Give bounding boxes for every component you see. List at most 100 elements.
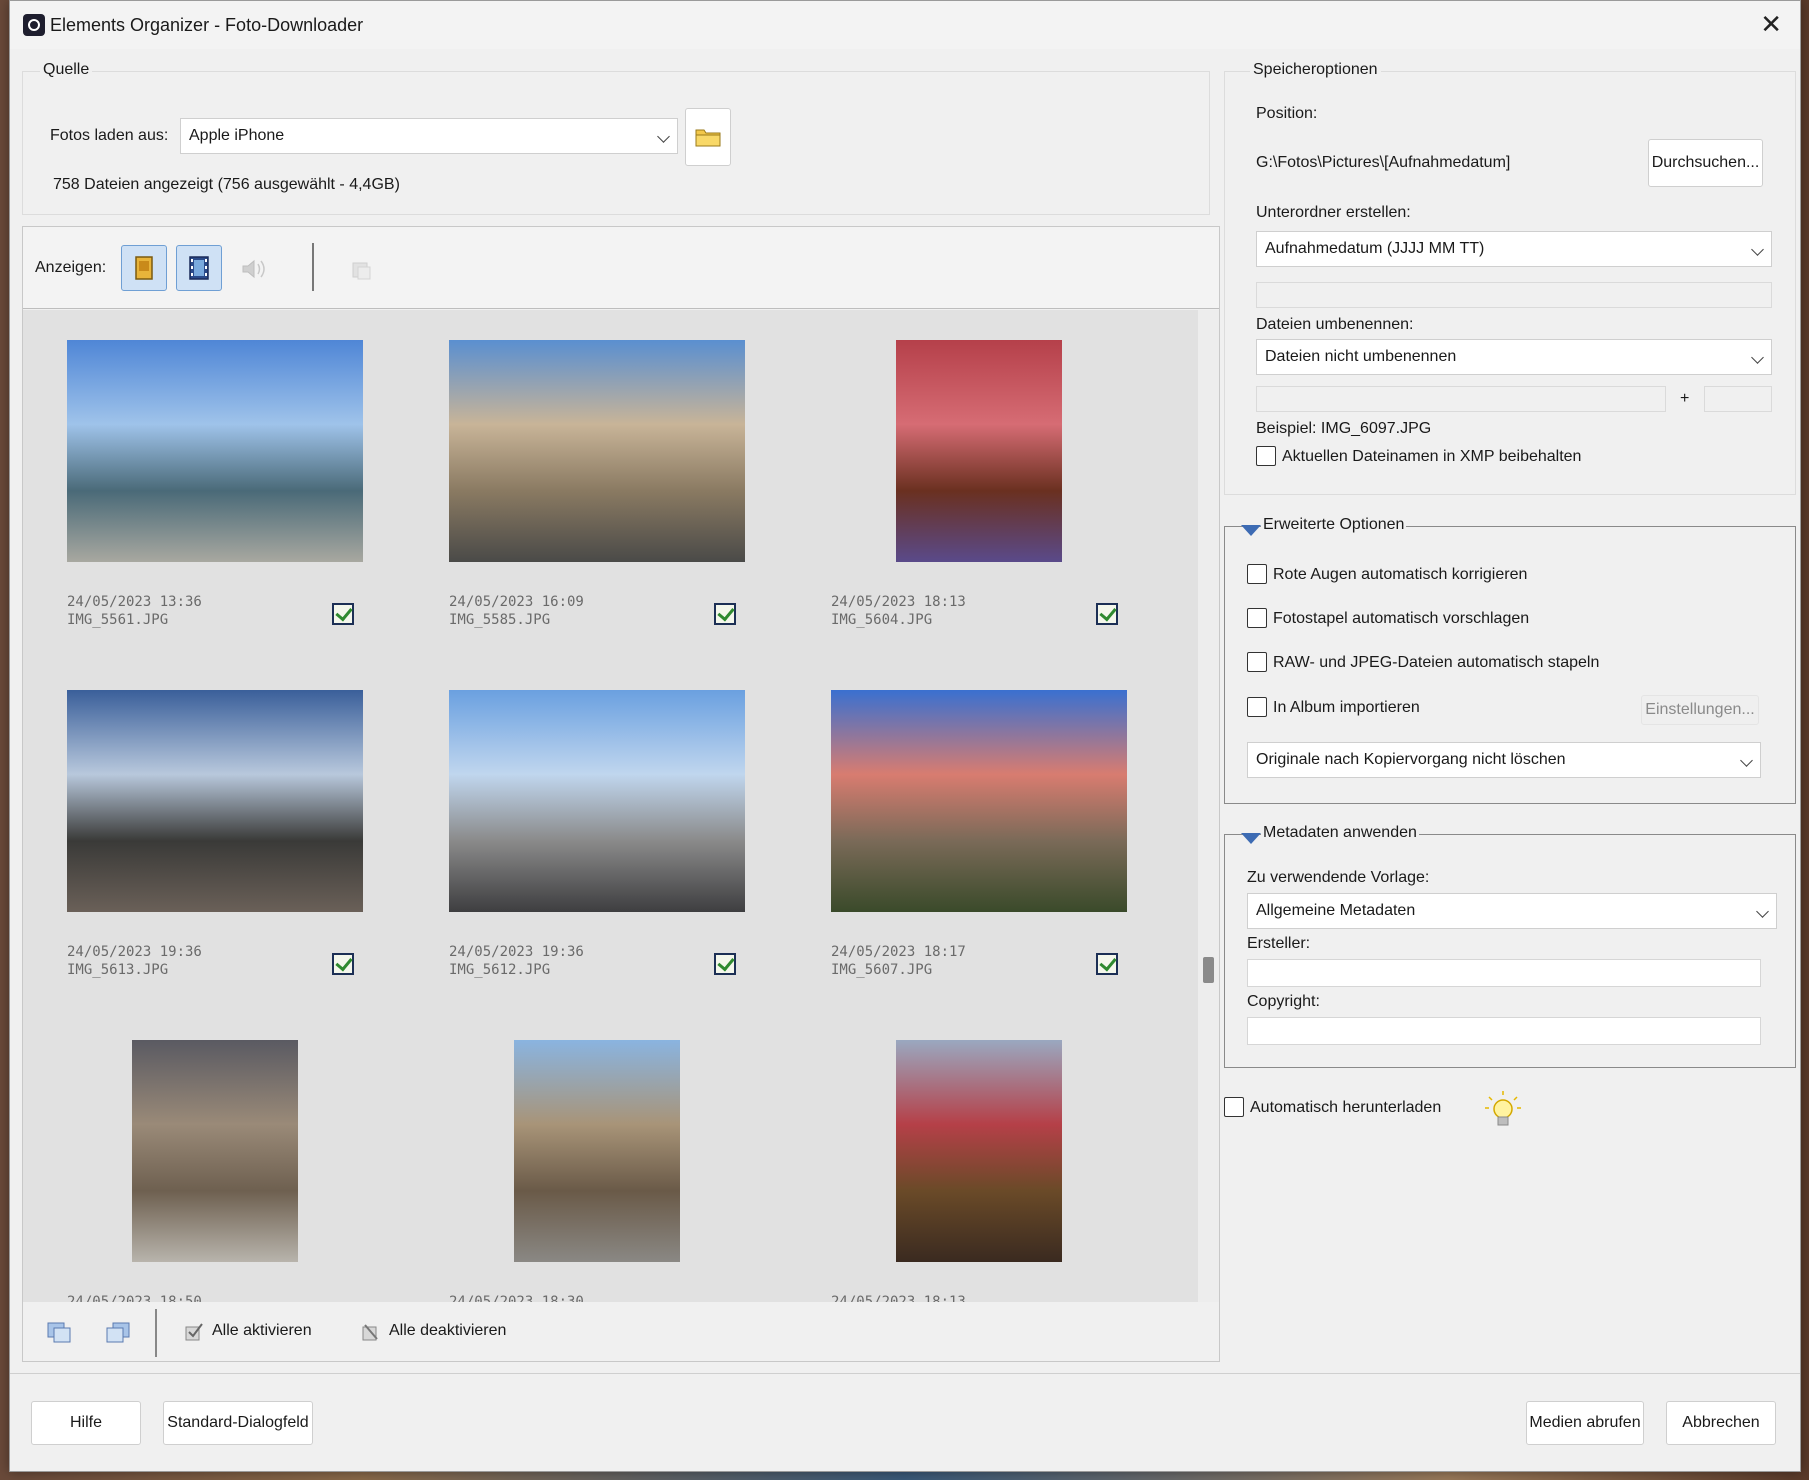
custom-subfolder-field[interactable]	[1256, 282, 1772, 308]
red-eye-checkbox[interactable]	[1247, 564, 1267, 584]
photo-thumbnail[interactable]	[449, 340, 745, 562]
save-options-label: Speicheroptionen	[1250, 61, 1381, 79]
photo-select-checkbox[interactable]	[714, 953, 736, 975]
photo-date: 24/05/2023 13:36	[67, 594, 202, 610]
keep-filename-xmp-checkbox[interactable]	[1256, 446, 1276, 466]
album-settings-button[interactable]: Einstellungen...	[1641, 695, 1759, 725]
creator-field[interactable]	[1247, 959, 1761, 987]
photo-date: 24/05/2023 19:36	[449, 944, 584, 960]
source-group: Quelle Fotos laden aus: Apple iPhone 758…	[22, 61, 1210, 215]
photo-select-checkbox[interactable]	[332, 603, 354, 625]
copyright-label: Copyright:	[1247, 993, 1320, 1010]
metadata-template-value: Allgemeine Metadaten	[1256, 902, 1416, 919]
photo-tile[interactable]: 24/05/2023 18:13	[831, 1040, 1161, 1302]
vertical-scrollbar[interactable]	[1198, 310, 1219, 1302]
photo-stacks-checkbox[interactable]	[1247, 608, 1267, 628]
close-button[interactable]: ✕	[1760, 11, 1782, 37]
title-bar: Elements Organizer - Foto-Downloader ✕	[10, 1, 1800, 49]
photo-tile[interactable]: 24/05/2023 18:30	[449, 1040, 779, 1302]
photo-tile[interactable]: 24/05/2023 19:36 IMG_5613.JPG	[67, 690, 397, 1040]
metadata-group: Metadaten anwenden Zu verwendende Vorlag…	[1224, 824, 1796, 1068]
activate-all-button[interactable]: Alle aktivieren	[183, 1315, 333, 1349]
photo-thumbnail[interactable]	[514, 1040, 680, 1262]
photo-thumbnail[interactable]	[449, 690, 745, 912]
lightbulb-icon[interactable]	[1483, 1089, 1523, 1133]
photo-select-checkbox[interactable]	[714, 603, 736, 625]
show-label: Anzeigen:	[35, 259, 107, 276]
browse-button[interactable]: Durchsuchen...	[1648, 139, 1763, 187]
delete-originals-select[interactable]: Originale nach Kopiervorgang nicht lösch…	[1247, 742, 1761, 778]
photo-date: 24/05/2023 18:13	[831, 1294, 966, 1302]
deactivate-all-button[interactable]: Alle deaktivieren	[360, 1315, 520, 1349]
photo-date: 24/05/2023 19:36	[67, 944, 202, 960]
template-label: Zu verwendende Vorlage:	[1247, 869, 1430, 886]
rename-label: Dateien umbenennen:	[1256, 316, 1414, 333]
save-path: G:\Fotos\Pictures\[Aufnahmedatum]	[1256, 154, 1511, 171]
import-album-label: In Album importieren	[1273, 699, 1420, 716]
raw-jpeg-checkbox[interactable]	[1247, 652, 1267, 672]
auto-download-label: Automatisch herunterladen	[1250, 1099, 1442, 1116]
chevron-down-icon	[657, 130, 670, 143]
rename-example: Beispiel: IMG_6097.JPG	[1256, 420, 1432, 437]
standard-dialog-button[interactable]: Standard-Dialogfeld	[163, 1401, 313, 1445]
rename-select[interactable]: Dateien nicht umbenennen	[1256, 339, 1772, 375]
metadata-template-select[interactable]: Allgemeine Metadaten	[1247, 893, 1777, 929]
photo-select-checkbox[interactable]	[332, 953, 354, 975]
position-label: Position:	[1256, 105, 1318, 122]
photo-thumbnail[interactable]	[896, 340, 1062, 562]
folder-icon	[695, 129, 721, 147]
collapse-arrow-icon[interactable]	[1241, 525, 1261, 536]
auto-download-checkbox[interactable]	[1224, 1097, 1244, 1117]
show-videos-toggle[interactable]	[176, 245, 222, 291]
photo-tile[interactable]: 24/05/2023 13:36 IMG_5561.JPG	[67, 340, 397, 690]
source-device-select[interactable]: Apple iPhone	[180, 118, 678, 154]
photo-thumbnail[interactable]	[67, 690, 363, 912]
rename-prefix-field[interactable]	[1256, 386, 1666, 412]
rename-suffix-field[interactable]	[1704, 386, 1772, 412]
photo-select-checkbox[interactable]	[1096, 953, 1118, 975]
cancel-button[interactable]: Abbrechen	[1666, 1401, 1776, 1445]
subfolder-label: Unterordner erstellen:	[1256, 204, 1411, 221]
rotate-right-icon[interactable]	[105, 1320, 131, 1344]
copyright-field[interactable]	[1247, 1017, 1761, 1045]
browse-folder-button[interactable]	[685, 108, 731, 166]
rename-value: Dateien nicht umbenennen	[1265, 348, 1457, 365]
film-icon	[189, 256, 209, 280]
creator-label: Ersteller:	[1247, 935, 1311, 952]
grid-action-bar: Alle aktivieren Alle deaktivieren	[23, 1303, 1219, 1361]
photo-meta: 24/05/2023 18:50	[67, 1293, 202, 1302]
get-media-button[interactable]: Medien abrufen	[1526, 1401, 1644, 1445]
show-photos-toggle[interactable]	[121, 245, 167, 291]
foto-downloader-dialog: Elements Organizer - Foto-Downloader ✕ Q…	[9, 0, 1801, 1472]
photo-filename: IMG_5561.JPG	[67, 612, 169, 628]
project-icon[interactable]	[350, 258, 374, 282]
photo-meta: 24/05/2023 19:36 IMG_5613.JPG	[67, 943, 202, 979]
photo-meta: 24/05/2023 18:30	[449, 1293, 584, 1302]
advanced-options-label: Erweiterte Optionen	[1261, 516, 1407, 534]
scrollbar-thumb[interactable]	[1203, 957, 1214, 983]
photo-meta: 24/05/2023 16:09 IMG_5585.JPG	[449, 593, 584, 629]
photo-thumbnail[interactable]	[67, 340, 363, 562]
photo-filename: IMG_5604.JPG	[831, 612, 933, 628]
photo-thumbnail[interactable]	[132, 1040, 298, 1262]
import-album-checkbox[interactable]	[1247, 697, 1267, 717]
deactivate-all-label: Alle deaktivieren	[389, 1322, 507, 1339]
rotate-left-icon[interactable]	[46, 1320, 72, 1344]
help-button[interactable]: Hilfe	[31, 1401, 141, 1445]
photo-tile[interactable]: 24/05/2023 18:13 IMG_5604.JPG	[831, 340, 1161, 690]
photo-tile[interactable]: 24/05/2023 19:36 IMG_5612.JPG	[449, 690, 779, 1040]
elements-organizer-icon	[23, 14, 45, 36]
subfolder-select[interactable]: Aufnahmedatum (JJJJ MM TT)	[1256, 231, 1772, 267]
photo-tile[interactable]: 24/05/2023 18:17 IMG_5607.JPG	[831, 690, 1161, 1040]
photo-tile[interactable]: 24/05/2023 18:50	[67, 1040, 397, 1302]
photo-filename: IMG_5607.JPG	[831, 962, 933, 978]
photo-select-checkbox[interactable]	[1096, 603, 1118, 625]
chevron-down-icon	[1751, 243, 1764, 256]
audio-icon[interactable]	[240, 257, 268, 281]
photo-meta: 24/05/2023 18:13	[831, 1293, 966, 1302]
window-title: Elements Organizer - Foto-Downloader	[50, 15, 364, 35]
photo-thumbnail[interactable]	[896, 1040, 1062, 1262]
collapse-arrow-icon[interactable]	[1241, 833, 1261, 844]
photo-tile[interactable]: 24/05/2023 16:09 IMG_5585.JPG	[449, 340, 779, 690]
photo-thumbnail[interactable]	[831, 690, 1127, 912]
